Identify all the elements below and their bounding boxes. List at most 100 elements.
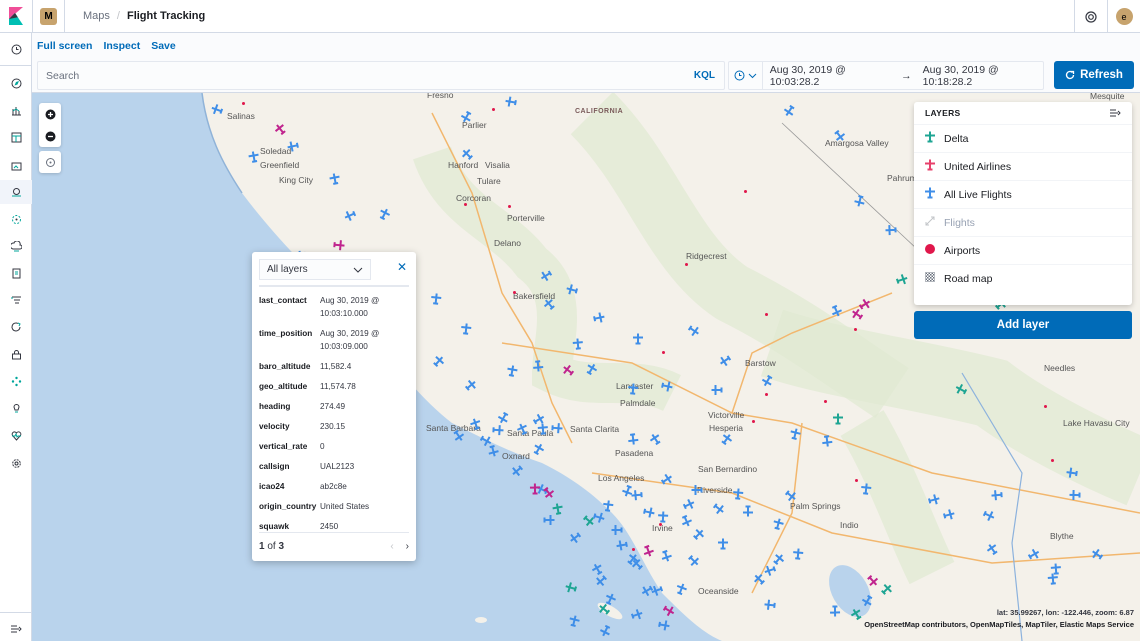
collapse-panel-icon[interactable] <box>1109 108 1121 118</box>
dashboard-icon[interactable] <box>0 125 32 149</box>
flight-marker[interactable] <box>791 548 804 563</box>
close-icon[interactable]: ✕ <box>397 260 407 274</box>
flight-marker[interactable] <box>531 358 544 373</box>
airport-marker[interactable] <box>242 102 245 105</box>
flight-marker[interactable] <box>1069 489 1083 501</box>
airport-marker[interactable] <box>855 479 858 482</box>
map-attribution[interactable]: OpenStreetMap contributors, OpenMapTiles… <box>864 620 1134 629</box>
united-flight-marker[interactable] <box>331 238 346 251</box>
inspect-link[interactable]: Inspect <box>103 40 140 52</box>
flight-marker[interactable] <box>731 488 744 503</box>
airport-marker[interactable] <box>659 523 662 526</box>
flight-marker[interactable] <box>601 499 615 514</box>
locate-button[interactable] <box>39 151 61 173</box>
flight-marker[interactable] <box>763 598 778 611</box>
layer-item[interactable]: United Airlines <box>914 152 1132 180</box>
flight-marker[interactable] <box>1065 466 1081 480</box>
siem-icon[interactable] <box>0 342 32 366</box>
airport-marker[interactable] <box>492 108 495 111</box>
uptime-icon[interactable] <box>0 315 32 339</box>
flight-marker[interactable] <box>631 488 646 501</box>
discover-icon[interactable] <box>0 71 32 95</box>
refresh-button[interactable]: Refresh <box>1054 61 1134 89</box>
airport-marker[interactable] <box>662 351 665 354</box>
flight-marker[interactable] <box>459 322 472 337</box>
flight-marker[interactable] <box>571 338 584 353</box>
zoom-in-button[interactable] <box>39 103 61 125</box>
flight-marker[interactable] <box>626 430 640 445</box>
airport-marker[interactable] <box>824 400 827 403</box>
flight-marker[interactable] <box>640 505 656 520</box>
airport-marker[interactable] <box>765 313 768 316</box>
flight-marker[interactable] <box>820 432 834 447</box>
next-page-icon[interactable]: › <box>406 541 409 552</box>
quick-menu-button[interactable] <box>729 62 763 89</box>
zoom-out-button[interactable] <box>39 125 61 147</box>
delta-flight-marker[interactable] <box>551 502 565 518</box>
airport-marker[interactable] <box>752 420 755 423</box>
end-date[interactable]: Aug 30, 2019 @ 10:18:28.2 <box>923 64 1043 88</box>
flight-marker[interactable] <box>885 224 899 236</box>
previous-page-icon[interactable]: ‹ <box>390 541 393 552</box>
airport-marker[interactable] <box>464 203 467 206</box>
flight-marker[interactable] <box>504 95 520 109</box>
map-canvas[interactable]: Salinas Soledad Greenfield King City Fresno P… <box>32 93 1140 641</box>
layer-item[interactable]: Flights <box>914 208 1132 236</box>
user-menu-button[interactable]: e <box>1107 0 1140 33</box>
flight-marker[interactable] <box>691 484 705 496</box>
infrastructure-icon[interactable] <box>0 234 32 258</box>
kibana-logo[interactable] <box>0 0 33 33</box>
flight-marker[interactable] <box>655 618 671 632</box>
flight-marker[interactable] <box>549 422 564 435</box>
management-icon[interactable] <box>0 451 32 475</box>
dev-tools-icon[interactable] <box>0 369 32 393</box>
save-link[interactable]: Save <box>151 40 176 52</box>
flight-marker[interactable] <box>328 172 342 188</box>
flight-marker[interactable] <box>859 482 872 497</box>
maps-icon[interactable] <box>0 180 32 204</box>
airport-marker[interactable] <box>854 328 857 331</box>
search-input[interactable] <box>46 69 685 82</box>
full-screen-link[interactable]: Full screen <box>37 40 92 52</box>
heartbeat-icon[interactable] <box>0 423 32 447</box>
delta-flight-marker[interactable] <box>832 413 844 427</box>
add-layer-button[interactable]: Add layer <box>914 311 1132 339</box>
start-date[interactable]: Aug 30, 2019 @ 10:03:28.2 <box>763 64 890 88</box>
space-selector[interactable]: M <box>33 0 65 33</box>
flight-marker[interactable] <box>632 333 644 347</box>
flight-marker[interactable] <box>717 538 729 552</box>
airport-marker[interactable] <box>765 393 768 396</box>
layer-item[interactable]: Delta <box>914 124 1132 152</box>
airport-marker[interactable] <box>744 190 747 193</box>
flight-marker[interactable] <box>247 150 261 166</box>
apm-icon[interactable] <box>0 288 32 312</box>
flight-marker[interactable] <box>658 379 674 394</box>
airport-marker[interactable] <box>1051 459 1054 462</box>
flight-marker[interactable] <box>711 384 725 396</box>
flight-marker[interactable] <box>536 423 549 438</box>
flight-marker[interactable] <box>505 364 519 380</box>
recently-viewed-icon[interactable] <box>0 37 32 61</box>
airport-marker[interactable] <box>508 205 511 208</box>
flight-marker[interactable] <box>1046 573 1059 588</box>
help-button[interactable] <box>1074 0 1107 33</box>
logs-icon[interactable] <box>0 261 32 285</box>
canvas-icon[interactable] <box>0 153 32 177</box>
breadcrumb-maps[interactable]: Maps <box>83 10 110 22</box>
airport-marker[interactable] <box>685 263 688 266</box>
layer-filter-select[interactable]: All layers <box>259 259 371 280</box>
stack-monitoring-icon[interactable] <box>0 396 32 420</box>
flight-marker[interactable] <box>490 424 505 437</box>
layer-item[interactable]: Airports <box>914 236 1132 264</box>
machine-learning-icon[interactable] <box>0 207 32 231</box>
flight-marker[interactable] <box>742 503 754 517</box>
airport-marker[interactable] <box>632 548 635 551</box>
layer-item[interactable]: Road map <box>914 264 1132 292</box>
flight-marker[interactable] <box>991 488 1006 501</box>
flight-marker[interactable] <box>626 383 639 398</box>
flight-marker[interactable] <box>615 538 631 552</box>
airport-marker[interactable] <box>1044 405 1047 408</box>
flight-marker[interactable] <box>429 292 442 307</box>
flight-marker[interactable] <box>611 524 625 536</box>
airport-marker[interactable] <box>513 291 516 294</box>
